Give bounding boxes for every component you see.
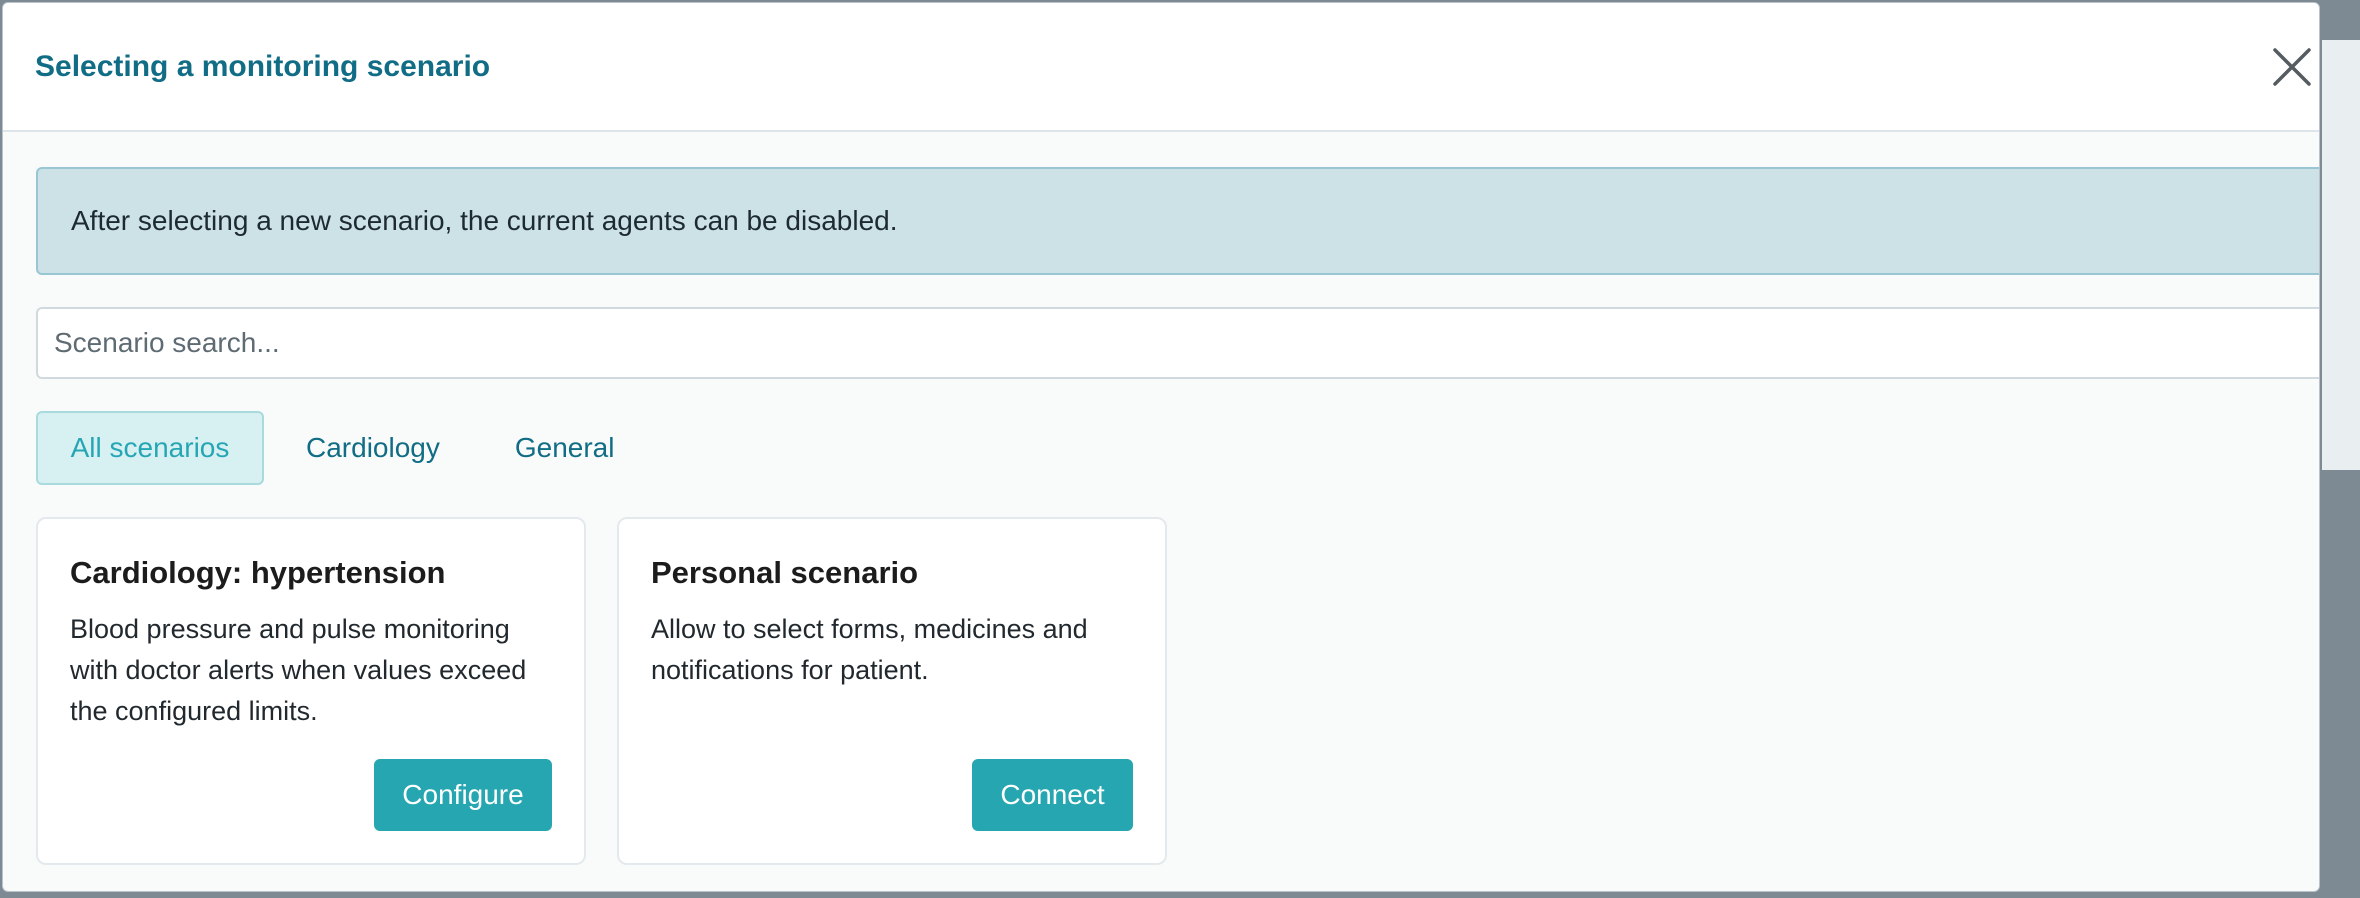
close-icon — [2273, 48, 2311, 86]
alert-text: After selecting a new scenario, the curr… — [71, 205, 898, 236]
info-alert: After selecting a new scenario, the curr… — [36, 167, 2319, 275]
scenario-modal: Selecting a monitoring scenario After se… — [2, 2, 2320, 892]
scenario-card-personal: Personal scenario Allow to select forms,… — [617, 517, 1167, 865]
tab-cardiology[interactable]: Cardiology — [306, 411, 440, 485]
card-description: Blood pressure and pulse monitoring with… — [70, 614, 527, 726]
tab-general[interactable]: General — [515, 411, 615, 485]
card-title: Personal scenario — [651, 555, 919, 590]
modal-header: Selecting a monitoring scenario — [3, 3, 2319, 132]
scenario-card-hypertension: Cardiology: hypertension Blood pressure … — [36, 517, 586, 865]
configure-button[interactable]: Configure — [374, 759, 552, 831]
connect-button[interactable]: Connect — [972, 759, 1133, 831]
scenario-search-input[interactable] — [36, 307, 2319, 379]
background-window-strip — [2322, 40, 2360, 470]
card-description: Allow to select forms, medicines and not… — [651, 614, 1088, 685]
close-button[interactable] — [2268, 43, 2316, 91]
card-title: Cardiology: hypertension — [70, 555, 446, 590]
category-tabs: All scenarios Cardiology General — [36, 411, 614, 485]
modal-title: Selecting a monitoring scenario — [35, 50, 491, 83]
background-window-edge — [2322, 0, 2360, 898]
tab-all-scenarios[interactable]: All scenarios — [36, 411, 264, 485]
